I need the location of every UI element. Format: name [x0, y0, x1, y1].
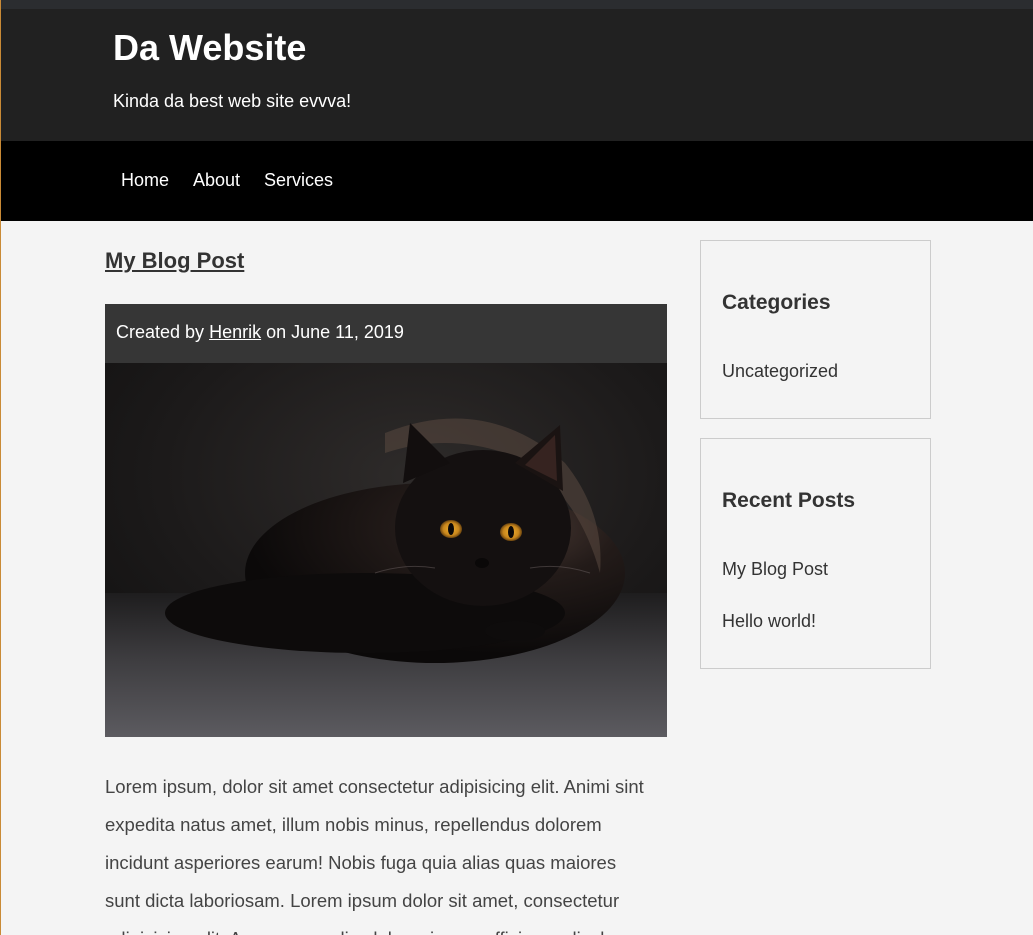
category-link-uncategorized[interactable]: Uncategorized [722, 361, 838, 382]
recent-post-link[interactable]: My Blog Post [722, 559, 828, 580]
black-cat-image [105, 363, 667, 737]
post-body-line: adipisicing elit. Accusamus alias labore… [105, 920, 675, 935]
browser-viewport: Da Website Kinda da best web site evvva!… [0, 0, 1033, 935]
post-featured-image [105, 363, 667, 737]
site-tagline: Kinda da best web site evvva! [113, 91, 352, 111]
post-meta: Created by Henrik on June 11, 2019 [105, 304, 667, 363]
recent-posts-widget-title: Recent Posts [722, 489, 856, 512]
recent-post-link[interactable]: Hello world! [722, 611, 816, 632]
post-body-line: expedita natus amet, illum nobis minus, … [105, 814, 602, 835]
nav-item-home[interactable]: Home [121, 170, 169, 191]
post-body-line: sunt dicta laboriosam. Lorem ipsum dolor… [105, 890, 620, 911]
nav-item-services[interactable]: Services [264, 170, 333, 191]
browser-top-strip [1, 0, 1033, 9]
categories-widget: Categories Uncategorized [700, 240, 931, 419]
post-meta-date: on June 11, 2019 [266, 322, 404, 342]
categories-widget-title: Categories [722, 291, 831, 314]
recent-posts-widget: Recent Posts My Blog Post Hello world! [700, 438, 931, 669]
post-body-line: incidunt asperiores earum! Nobis fuga qu… [105, 852, 617, 873]
site-title[interactable]: Da Website [113, 27, 306, 69]
main-nav: Home About Services [1, 141, 1033, 221]
post-body: Lorem ipsum, dolor sit amet consectetur … [105, 768, 675, 935]
post-title[interactable]: My Blog Post [105, 248, 244, 274]
post-author-link[interactable]: Henrik [209, 322, 261, 342]
post-body-line: Lorem ipsum, dolor sit amet consectetur … [105, 776, 644, 797]
post-meta-prefix: Created by [116, 322, 205, 342]
site-header: Da Website Kinda da best web site evvva! [1, 9, 1033, 141]
nav-item-about[interactable]: About [193, 170, 240, 191]
